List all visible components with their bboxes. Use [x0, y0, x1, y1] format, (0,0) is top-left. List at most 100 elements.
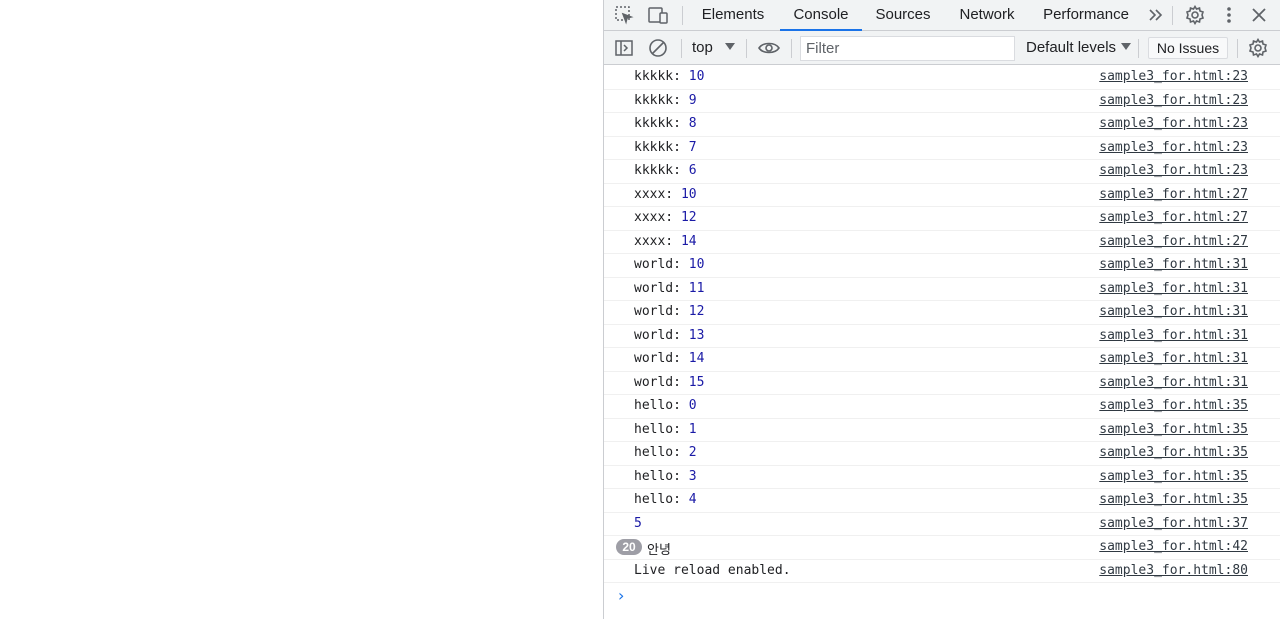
console-message: world: 15 sample3_for.html:31	[604, 372, 1280, 395]
more-tabs-icon[interactable]	[1143, 3, 1169, 27]
close-icon[interactable]	[1246, 3, 1272, 27]
message-text: kkkkk: 6	[634, 163, 697, 178]
console-message: hello: 1 sample3_for.html:35	[604, 419, 1280, 442]
message-text: world: 11	[634, 281, 704, 296]
device-toolbar-icon[interactable]	[645, 3, 671, 27]
message-text: 5	[634, 516, 642, 531]
chevron-down-icon	[1121, 43, 1132, 50]
message-text: Live reload enabled.	[634, 562, 791, 578]
kebab-menu-icon[interactable]	[1216, 3, 1242, 27]
source-link[interactable]: sample3_for.html:80	[1099, 563, 1248, 578]
console-message: xxxx: 10 sample3_for.html:27	[604, 184, 1280, 207]
source-link[interactable]: sample3_for.html:37	[1099, 516, 1248, 531]
message-label: world:	[634, 280, 689, 296]
message-text: hello: 1	[634, 422, 697, 437]
console-message: kkkkk: 6 sample3_for.html:23	[604, 160, 1280, 184]
sidebar-toggle-icon[interactable]	[611, 36, 637, 60]
message-label: kkkkk:	[634, 139, 689, 155]
message-number: 10	[680, 186, 697, 202]
console-message: world: 10 sample3_for.html:31	[604, 254, 1280, 278]
message-number: 11	[688, 280, 705, 296]
message-text: world: 14	[634, 351, 704, 366]
message-text: world: 13	[634, 328, 704, 343]
message-number: 14	[688, 351, 705, 366]
source-link[interactable]: sample3_for.html:35	[1099, 492, 1248, 507]
message-label: world:	[634, 374, 689, 390]
source-link[interactable]: sample3_for.html:42	[1099, 539, 1248, 554]
message-text: kkkkk: 7	[634, 140, 697, 155]
source-link[interactable]: sample3_for.html:31	[1099, 281, 1248, 296]
message-number: 0	[688, 398, 697, 413]
console-message: hello: 4 sample3_for.html:35	[604, 489, 1280, 513]
clear-console-icon[interactable]	[645, 36, 671, 60]
tab-console[interactable]: Console	[780, 0, 862, 31]
source-link[interactable]: sample3_for.html:35	[1099, 398, 1248, 413]
message-text: world: 12	[634, 304, 704, 319]
console-settings-gear-icon[interactable]	[1245, 36, 1271, 60]
console-toolbar: top Default levels No Issues	[604, 31, 1280, 65]
console-message: hello: 3 sample3_for.html:35	[604, 466, 1280, 489]
tab-performance[interactable]: Performance	[1034, 0, 1138, 31]
source-link[interactable]: sample3_for.html:23	[1099, 69, 1248, 84]
console-message: world: 13 sample3_for.html:31	[604, 325, 1280, 348]
source-link[interactable]: sample3_for.html:23	[1099, 93, 1248, 108]
message-number: 6	[688, 163, 697, 178]
prompt-chevron-icon: ›	[618, 586, 625, 605]
message-label: kkkkk:	[634, 163, 689, 178]
source-link[interactable]: sample3_for.html:23	[1099, 116, 1248, 131]
message-label: xxxx:	[634, 233, 681, 249]
source-link[interactable]: sample3_for.html:31	[1099, 375, 1248, 390]
source-link[interactable]: sample3_for.html:35	[1099, 469, 1248, 484]
tab-sources[interactable]: Sources	[866, 0, 940, 31]
message-number: 1	[688, 421, 697, 437]
source-link[interactable]: sample3_for.html:31	[1099, 304, 1248, 319]
console-message: world: 12 sample3_for.html:31	[604, 301, 1280, 325]
source-link[interactable]: sample3_for.html:35	[1099, 422, 1248, 437]
message-number: 12	[680, 210, 697, 225]
issues-button[interactable]: No Issues	[1148, 37, 1228, 59]
message-label: world:	[634, 304, 689, 319]
message-label: hello:	[634, 468, 689, 484]
repeat-count-badge: 20	[616, 539, 642, 555]
message-number: 10	[688, 257, 705, 272]
message-label: hello:	[634, 398, 689, 413]
console-message: world: 14 sample3_for.html:31	[604, 348, 1280, 372]
devtools-panel: Elements Console Sources Network Perform…	[603, 0, 1280, 619]
source-link[interactable]: sample3_for.html:27	[1099, 234, 1248, 249]
tab-elements[interactable]: Elements	[692, 0, 774, 31]
message-text: kkkkk: 9	[634, 93, 697, 108]
console-log: kkkkk: 10 sample3_for.html:23 kkkkk: 9 samp…	[604, 66, 1280, 609]
console-message: xxxx: 14 sample3_for.html:27	[604, 231, 1280, 254]
log-levels-dropdown[interactable]: Default levels	[1026, 38, 1132, 58]
inspect-element-icon[interactable]	[611, 3, 637, 27]
message-number: 4	[688, 492, 697, 507]
source-link[interactable]: sample3_for.html:35	[1099, 445, 1248, 460]
message-number: 9	[688, 92, 697, 108]
message-label: xxxx:	[634, 186, 681, 202]
message-label: world:	[634, 351, 689, 366]
console-prompt[interactable]: ›	[604, 583, 1280, 609]
source-link[interactable]: sample3_for.html:31	[1099, 257, 1248, 272]
source-link[interactable]: sample3_for.html:27	[1099, 187, 1248, 202]
source-link[interactable]: sample3_for.html:23	[1099, 140, 1248, 155]
message-number: 13	[688, 327, 705, 343]
message-text: hello: 2	[634, 445, 697, 460]
console-message: kkkkk: 7 sample3_for.html:23	[604, 137, 1280, 160]
settings-gear-icon[interactable]	[1182, 3, 1208, 27]
source-link[interactable]: sample3_for.html:23	[1099, 163, 1248, 178]
message-label: xxxx:	[634, 210, 681, 225]
message-text: 안녕	[647, 543, 671, 558]
source-link[interactable]: sample3_for.html:27	[1099, 210, 1248, 225]
message-text: xxxx: 12	[634, 210, 697, 225]
message-label: hello:	[634, 421, 689, 437]
live-expression-eye-icon[interactable]	[756, 36, 782, 60]
message-number: 10	[688, 69, 705, 84]
context-selector[interactable]: top	[692, 38, 735, 58]
console-message: kkkkk: 10 sample3_for.html:23	[604, 66, 1280, 90]
source-link[interactable]: sample3_for.html:31	[1099, 328, 1248, 343]
source-link[interactable]: sample3_for.html:31	[1099, 351, 1248, 366]
message-label: kkkkk:	[634, 92, 689, 108]
tab-network[interactable]: Network	[950, 0, 1024, 31]
message-text: kkkkk: 8	[634, 116, 697, 131]
filter-input[interactable]	[800, 36, 1015, 61]
